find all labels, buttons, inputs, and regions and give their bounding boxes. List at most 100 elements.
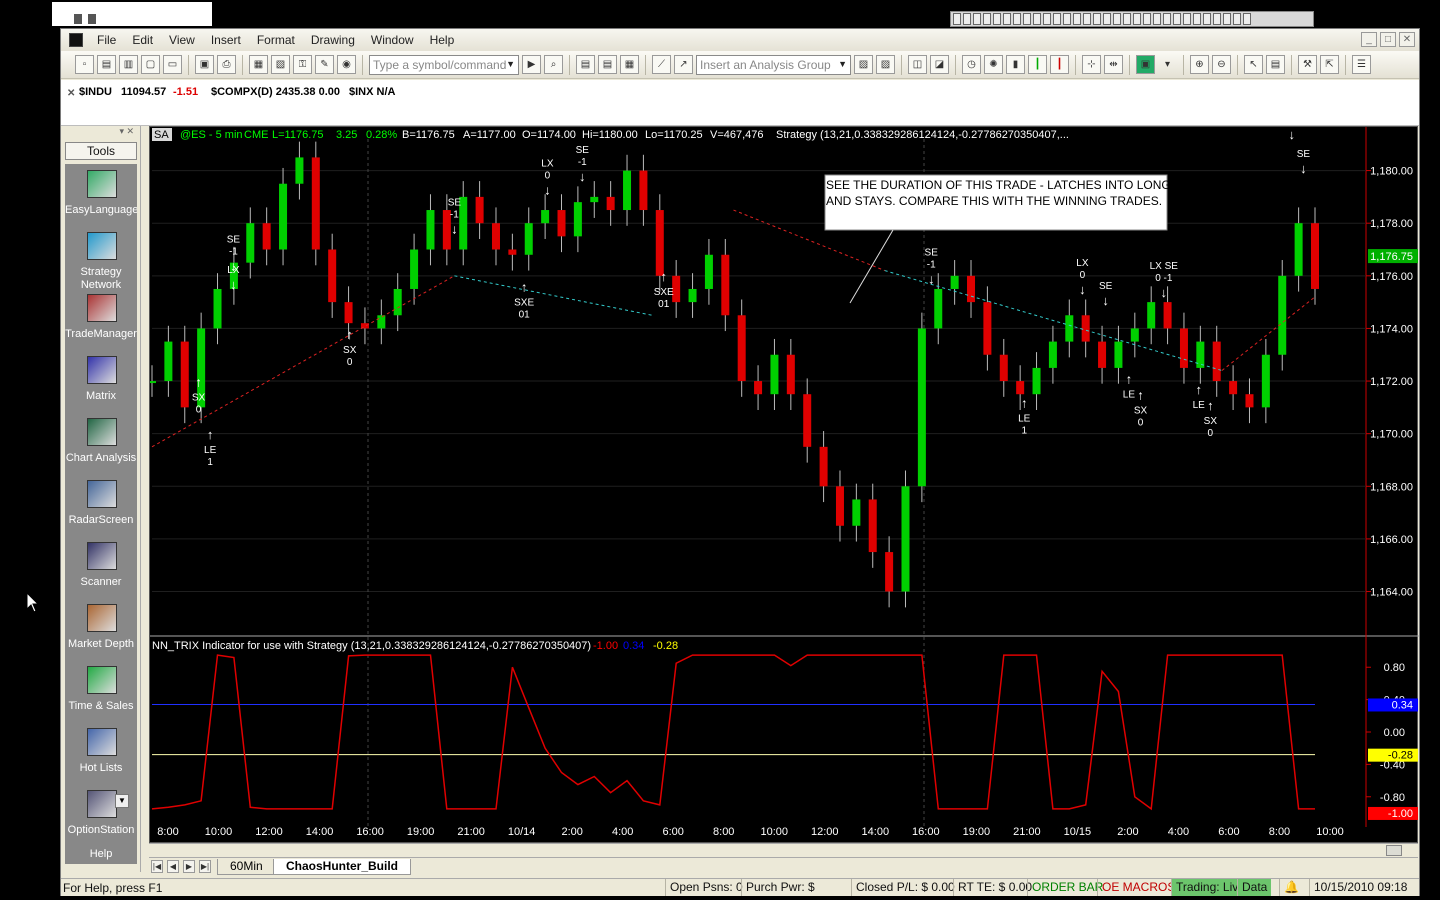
chart-canvas[interactable]: 1,180.00 1,178.00 1,176.00 1,174.00 1,172.00… <box>150 127 1419 844</box>
taskbar-button[interactable] <box>993 13 1001 25</box>
chevron-down-icon[interactable]: ▼ <box>506 59 515 69</box>
tab-first-icon[interactable]: |◀ <box>151 860 163 873</box>
candle-red-icon[interactable]: ┃ <box>1050 55 1069 74</box>
format-window-icon[interactable]: ▦ <box>249 55 268 74</box>
open-workspace-icon[interactable]: ▥ <box>119 55 138 74</box>
taskbar-button[interactable] <box>1053 13 1061 25</box>
taskbar-button[interactable] <box>1063 13 1071 25</box>
tick-icon[interactable]: ✺ <box>984 55 1003 74</box>
taskbar-button[interactable] <box>1173 13 1181 25</box>
tab-last-icon[interactable]: ▶| <box>199 860 211 873</box>
tool-radarscreen[interactable]: RadarScreen <box>65 474 137 536</box>
menu-insert[interactable]: Insert <box>203 33 249 47</box>
symbol-command-input[interactable]: Type a symbol/command ▼ <box>369 54 519 75</box>
taskbar-button[interactable] <box>1183 13 1191 25</box>
menu-drawing[interactable]: Drawing <box>303 33 363 47</box>
clock-icon[interactable]: ◷ <box>962 55 981 74</box>
order-bar-button[interactable]: ORDER BAR <box>1027 879 1107 896</box>
insert-chart-icon[interactable]: ◫ <box>908 55 927 74</box>
ticker-inx[interactable]: $INX N/A <box>349 86 395 98</box>
tool-help[interactable]: Help <box>65 846 137 864</box>
taskbar-button[interactable] <box>1103 13 1111 25</box>
floating-taskbar-strip[interactable] <box>950 11 1314 27</box>
menu-edit[interactable]: Edit <box>124 33 161 47</box>
scroll-thumb[interactable] <box>1386 845 1402 856</box>
taskbar-button[interactable] <box>1143 13 1151 25</box>
data-status[interactable]: Data <box>1237 879 1272 896</box>
ticker-indu-symbol[interactable]: $INDU <box>79 86 112 98</box>
notes-icon[interactable]: ☰ <box>1352 55 1371 74</box>
tool-easylanguage[interactable]: EasyLanguage <box>65 164 137 226</box>
taskbar-button[interactable] <box>1113 13 1121 25</box>
new-window-icon[interactable]: ▢ <box>141 55 160 74</box>
drawing-tool-icon[interactable]: ✎ <box>315 55 334 74</box>
menu-file[interactable]: File <box>89 33 124 47</box>
lock-icon[interactable]: ⚿ <box>293 55 312 74</box>
ticker-compx[interactable]: $COMPX(D) 2435.38 0.00 <box>211 86 340 98</box>
app-icon[interactable] <box>69 33 83 47</box>
arrow-tool-icon[interactable]: ↗ <box>674 55 693 74</box>
export-icon[interactable]: ⇱ <box>1320 55 1339 74</box>
taskbar-button[interactable] <box>1193 13 1201 25</box>
taskbar-button[interactable] <box>953 13 961 25</box>
tab-prev-icon[interactable]: ◀ <box>167 860 179 873</box>
taskbar-button[interactable] <box>1163 13 1171 25</box>
taskbar-button[interactable] <box>1033 13 1041 25</box>
menu-format[interactable]: Format <box>249 33 303 47</box>
tool-time-sales[interactable]: Time & Sales <box>65 660 137 722</box>
analysis2-icon[interactable]: ▨ <box>876 55 895 74</box>
close-button[interactable]: ✕ <box>1399 32 1415 47</box>
trendline-icon[interactable]: ⟋ <box>652 55 671 74</box>
taskbar-button[interactable] <box>1133 13 1141 25</box>
candle-green-icon[interactable]: ┃ <box>1028 55 1047 74</box>
tool-market-depth[interactable]: Market Depth <box>65 598 137 660</box>
taskbar-button[interactable] <box>1243 13 1251 25</box>
menu-view[interactable]: View <box>161 33 203 47</box>
grid-icon[interactable]: ▦ <box>620 55 639 74</box>
window-link-icon[interactable]: ▤ <box>576 55 595 74</box>
taskbar-button[interactable] <box>1013 13 1021 25</box>
bar-spacing-icon[interactable]: ⊹ <box>1082 55 1101 74</box>
folder-icon[interactable]: ▭ <box>163 55 182 74</box>
save-icon[interactable]: ▣ <box>195 55 214 74</box>
taskbar-button[interactable] <box>1023 13 1031 25</box>
analysis-group-select[interactable]: Insert an Analysis Group ▼ <box>696 54 851 75</box>
go-arrow-icon[interactable]: ▶ <box>522 55 541 74</box>
color-icon[interactable]: ▣ <box>1136 55 1155 74</box>
data-window-icon[interactable]: ▤ <box>1266 55 1285 74</box>
tool-hot-lists[interactable]: Hot Lists <box>65 722 137 784</box>
scale-icon[interactable]: ⇹ <box>1104 55 1123 74</box>
taskbar-button[interactable] <box>1213 13 1221 25</box>
zoom-out-icon[interactable]: ⊖ <box>1212 55 1231 74</box>
taskbar-button[interactable] <box>1083 13 1091 25</box>
format-symbol-icon[interactable]: ▧ <box>271 55 290 74</box>
bar-chart-icon[interactable]: ▮ <box>1006 55 1025 74</box>
taskbar-button[interactable] <box>1073 13 1081 25</box>
strategy-icon[interactable]: ◉ <box>337 55 356 74</box>
bell-icon[interactable]: 🔔 <box>1279 879 1307 896</box>
window-link2-icon[interactable]: ▤ <box>598 55 617 74</box>
oe-macros-button[interactable]: OE MACROS <box>1097 879 1179 896</box>
new-icon[interactable]: ▫ <box>75 55 94 74</box>
ticker-close-icon[interactable]: ✕ <box>67 88 75 99</box>
taskbar-button[interactable] <box>1153 13 1161 25</box>
horizontal-scrollbar[interactable] <box>149 843 1418 857</box>
taskbar-button[interactable] <box>973 13 981 25</box>
tool-scanner[interactable]: Scanner <box>65 536 137 598</box>
taskbar-button[interactable] <box>1203 13 1211 25</box>
menu-help[interactable]: Help <box>422 33 463 47</box>
tools-button[interactable]: Tools <box>65 142 137 160</box>
taskbar-button[interactable] <box>1223 13 1231 25</box>
insert-window-icon[interactable]: ◪ <box>930 55 949 74</box>
open-icon[interactable]: ▤ <box>97 55 116 74</box>
taskbar-button[interactable] <box>1093 13 1101 25</box>
tab-next-icon[interactable]: ▶ <box>183 860 195 873</box>
taskbar-button[interactable] <box>1123 13 1131 25</box>
taskbar-button[interactable] <box>1043 13 1051 25</box>
print-icon[interactable]: ⎙ <box>217 55 236 74</box>
tools-icon[interactable]: ⚒ <box>1298 55 1317 74</box>
symbol-lookup-icon[interactable]: ⌕ <box>544 55 563 74</box>
taskbar-button[interactable] <box>963 13 971 25</box>
chevron-down-icon[interactable]: ▼ <box>838 59 847 69</box>
tab-60min[interactable]: 60Min <box>217 859 276 875</box>
